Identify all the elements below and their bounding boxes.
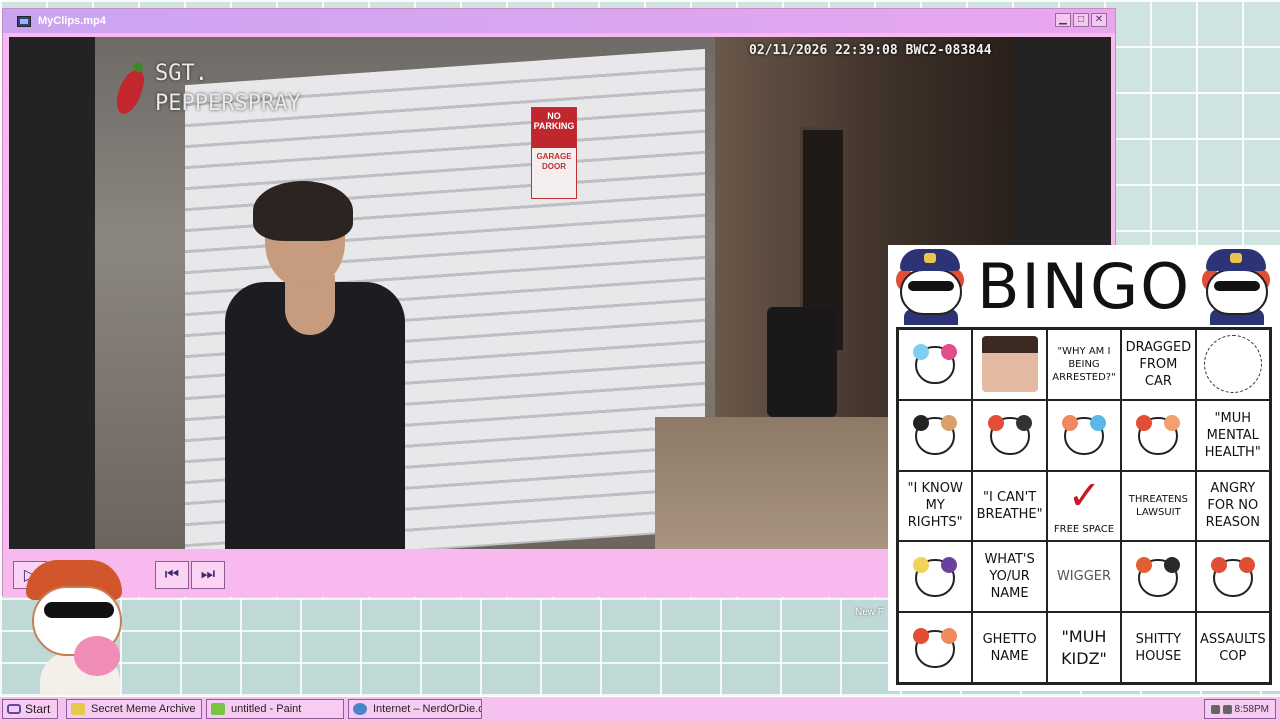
bingo-cell — [898, 329, 973, 400]
folder-icon — [71, 703, 85, 715]
channel-watermark: SGT. PEPPERSPRAY — [112, 59, 301, 119]
cat-sticker-pink-icon — [907, 336, 963, 392]
video-chair — [767, 307, 837, 417]
minimize-button[interactable]: ▁ — [1055, 13, 1071, 27]
cat-sticker-sitting-icon — [907, 620, 963, 676]
police-cat-mascot-right — [1198, 247, 1274, 325]
bingo-cell — [1046, 399, 1122, 471]
bingo-cell-text: WHAT'S YO/UR NAME — [984, 552, 1035, 602]
police-cat-mascot-left — [892, 247, 968, 325]
bingo-cell — [1121, 541, 1196, 613]
close-button[interactable]: ✕ — [1091, 13, 1107, 27]
crying-woman-photo-icon — [981, 336, 1038, 393]
bingo-cell: WHAT'S YO/UR NAME — [972, 541, 1047, 613]
bingo-cell: "MUH KIDZ" — [1046, 612, 1122, 683]
clock: 8:58PM — [1234, 703, 1269, 715]
start-label: Start — [25, 702, 51, 716]
bingo-cell-text: ASSAULTS COP — [1199, 631, 1266, 664]
bingo-cell-text: GHETTO NAME — [982, 631, 1037, 664]
taskbar-item-internet[interactable]: Internet – NerdOrDie.com — [348, 699, 482, 719]
bingo-cell: ✓ FREE SPACE — [1046, 470, 1122, 542]
bingo-cell-text: "I CAN'T BREATHE" — [976, 489, 1043, 522]
bingo-cell — [898, 612, 973, 683]
free-space-label: FREE SPACE — [1053, 524, 1115, 536]
window-title: MyClips.mp4 — [38, 15, 106, 27]
next-button[interactable]: ⏭ — [191, 561, 225, 589]
bingo-cell-text: WIGGER — [1056, 569, 1112, 585]
next-icon: ⏭ — [200, 566, 216, 583]
window-controls: ▁ □ ✕ — [1055, 13, 1107, 27]
taskbar-item-secret-meme-archive[interactable]: Secret Meme Archive — [66, 699, 202, 719]
bingo-grid: "WHY AM I BEING ARRESTED?" DRAGGED FROM C… — [896, 327, 1272, 685]
bingo-cell — [1121, 399, 1196, 471]
bingo-cell: DRAGGED FROM CAR — [1121, 329, 1196, 400]
paint-icon — [211, 703, 225, 715]
bodycam-timestamp: 02/11/2026 22:39:08 BWC2-083844 — [749, 43, 992, 58]
bingo-cell: "I CAN'T BREATHE" — [972, 470, 1047, 542]
bingo-cell — [972, 329, 1047, 400]
taskbar-item-paint[interactable]: untitled - Paint — [206, 699, 344, 719]
watermark-line-2: PEPPERSPRAY — [155, 91, 301, 116]
window-titlebar[interactable]: MyClips.mp4 ▁ □ ✕ — [3, 9, 1115, 33]
cat-sticker-red-icon — [1205, 549, 1261, 605]
video-scene: NO PARKING GARAGE DOOR SGT. PEPPERSPRAY … — [95, 37, 1015, 549]
bingo-cell-text: "MUH KIDZ" — [1061, 626, 1107, 668]
bingo-cell: THREATENS LAWSUIT — [1121, 470, 1196, 542]
bingo-cell: ASSAULTS COP — [1195, 612, 1270, 683]
bingo-cell: "I KNOW MY RIGHTS" — [898, 470, 973, 542]
cat-sticker-orange-hair-icon — [1056, 407, 1112, 463]
watermark-line-1: SGT. — [155, 61, 208, 86]
desktop-folder-label[interactable]: New F — [855, 607, 884, 618]
bingo-cell: WIGGER — [1046, 541, 1122, 613]
maximize-button[interactable]: □ — [1073, 13, 1089, 27]
volume-icon[interactable] — [1222, 704, 1232, 714]
system-tray: 8:58PM — [1204, 699, 1276, 719]
bingo-cell — [898, 399, 973, 471]
start-icon — [7, 704, 21, 714]
cat-with-bubblegum-sticker — [10, 560, 130, 695]
media-player-icon — [17, 15, 31, 27]
sign-bottom-text: GARAGE DOOR — [536, 152, 572, 171]
cat-sticker-steering-wheel-icon — [982, 407, 1038, 463]
start-button[interactable]: Start — [2, 699, 58, 719]
previous-button[interactable]: ⏮ — [155, 561, 189, 589]
globe-icon — [353, 703, 367, 715]
bingo-cell: ANGRY FOR NO REASON — [1195, 470, 1270, 542]
bingo-cell: "MUH MENTAL HEALTH" — [1195, 399, 1270, 471]
taskbar: Start Secret Meme Archive untitled - Pai… — [0, 696, 1280, 721]
bingo-cell-text: ANGRY FOR NO REASON — [1205, 481, 1260, 531]
bingo-cell-text: DRAGGED FROM CAR — [1125, 339, 1192, 389]
taskbar-item-label: untitled - Paint — [231, 703, 302, 715]
bingo-card: BINGO "WHY AM I BEING ARRESTED?" DRAGGED … — [888, 245, 1280, 691]
bingo-cell — [1195, 329, 1270, 400]
taskbar-item-label: Secret Meme Archive — [91, 703, 196, 715]
bingo-cell-text: "WHY AM I BEING ARRESTED?" — [1052, 345, 1116, 383]
bingo-cell: "WHY AM I BEING ARRESTED?" — [1046, 329, 1122, 400]
no-parking-sign: NO PARKING GARAGE DOOR — [531, 107, 577, 199]
bingo-cell-text: "I KNOW MY RIGHTS" — [907, 481, 963, 531]
cat-sticker-blonde-icon — [907, 549, 963, 605]
bingo-cell: SHITTY HOUSE — [1121, 612, 1196, 683]
check-icon: ✓ — [1067, 472, 1102, 519]
bingo-cell — [898, 541, 973, 613]
cat-sticker-calico-icon — [1130, 407, 1186, 463]
previous-icon: ⏮ — [164, 566, 180, 583]
cat-sticker-dark-icon — [1130, 549, 1186, 605]
bingo-cell — [972, 399, 1047, 471]
bingo-title: BINGO — [976, 250, 1192, 323]
bingo-cell-text: THREATENS LAWSUIT — [1128, 493, 1188, 518]
video-person — [225, 181, 425, 549]
bingo-cell: GHETTO NAME — [972, 612, 1047, 683]
bingo-cell-text: SHITTY HOUSE — [1135, 631, 1182, 664]
bingo-cell — [1195, 541, 1270, 613]
bingo-cell-text: "MUH MENTAL HEALTH" — [1204, 410, 1261, 460]
sketch-drawing-icon — [1203, 335, 1262, 394]
pepper-icon — [112, 66, 148, 118]
sign-top-text: NO PARKING — [532, 108, 576, 148]
network-icon[interactable] — [1210, 704, 1220, 714]
taskbar-item-label: Internet – NerdOrDie.com — [373, 703, 481, 715]
cat-sticker-black-hair-icon — [907, 407, 963, 463]
